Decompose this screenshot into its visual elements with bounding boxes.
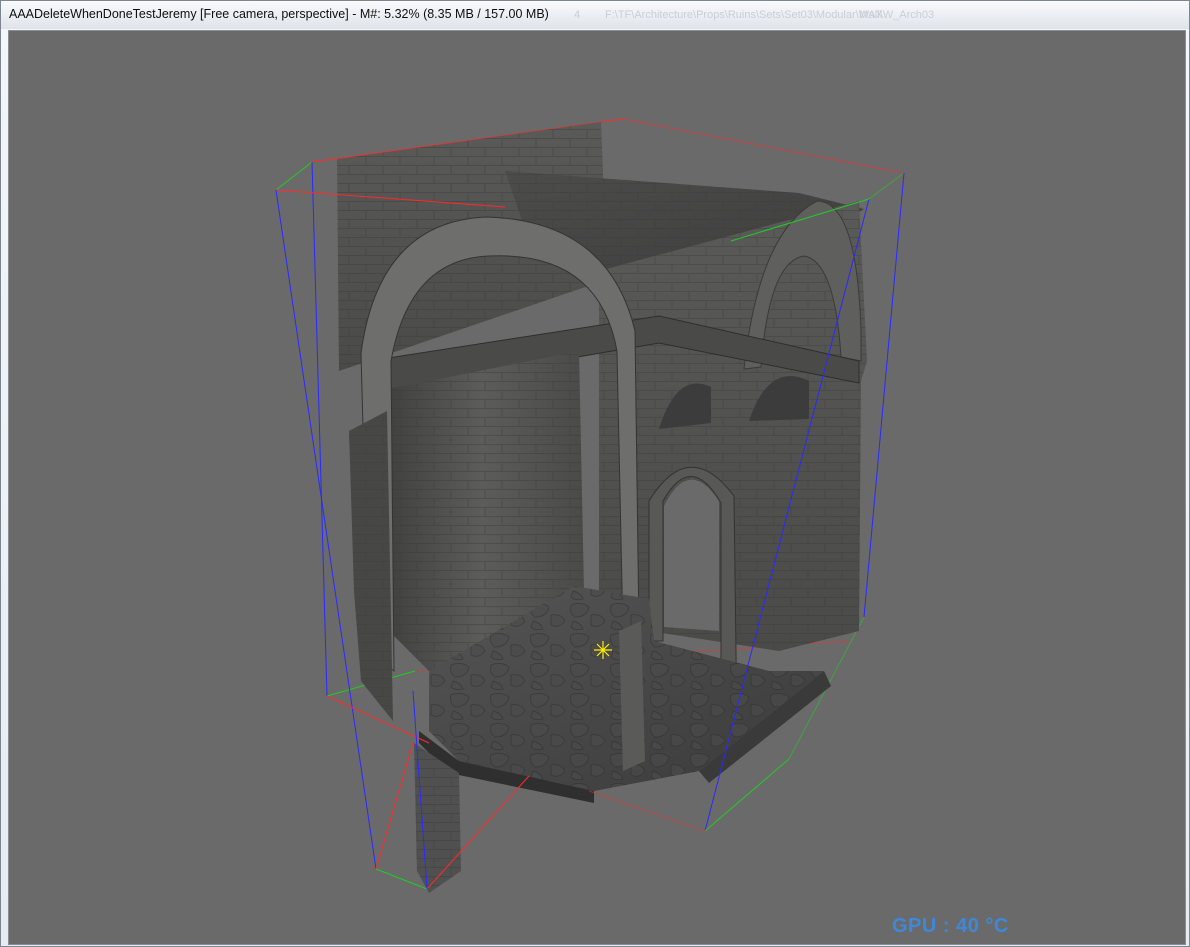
background-ghost-path: F:\TF\Architecture\Props\Ruins\Sets\Set0… bbox=[605, 9, 935, 21]
background-ghost-index: 4 bbox=[574, 9, 581, 21]
3d-viewport[interactable]: GPU : 40 °C bbox=[8, 30, 1186, 945]
gpu-temperature-readout: GPU : 40 °C bbox=[892, 915, 1009, 937]
title-bar[interactable]: 4 F:\TF\Architecture\Props\Ruins\Sets\Se… bbox=[1, 1, 1189, 29]
window-title: AAADeleteWhenDoneTestJeremy [Free camera… bbox=[9, 7, 549, 21]
viewer-window: 4 F:\TF\Architecture\Props\Ruins\Sets\Se… bbox=[0, 0, 1190, 947]
ruin-model bbox=[337, 122, 867, 893]
scene-render bbox=[275, 118, 905, 893]
background-ghost-type: MAX bbox=[859, 9, 883, 21]
